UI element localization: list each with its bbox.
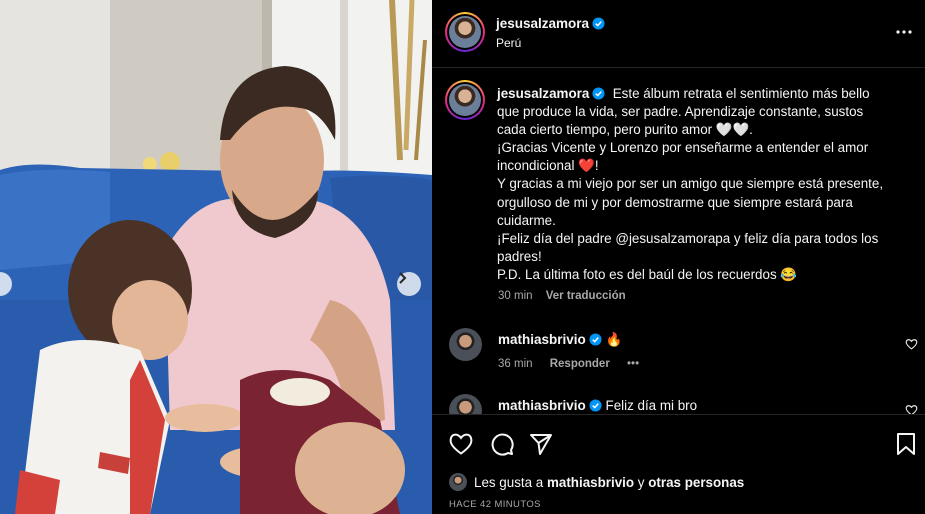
- commenter-username[interactable]: mathiasbrivio: [498, 398, 586, 413]
- likes-others[interactable]: otras personas: [648, 475, 744, 490]
- caption-line: cuidarme.: [497, 212, 556, 228]
- more-options-icon[interactable]: [894, 24, 914, 40]
- caption-time: 30 min: [498, 290, 533, 302]
- verified-badge-icon: [592, 87, 605, 100]
- post-photo[interactable]: [0, 0, 432, 514]
- photo-illustration: [0, 0, 432, 514]
- bookmark-icon[interactable]: [893, 431, 919, 457]
- caption-meta: 30 min Ver traducción: [498, 290, 636, 302]
- caption-line: padres!: [497, 248, 542, 264]
- author-avatar[interactable]: [445, 12, 485, 52]
- caption-line: ¡Feliz día del padre @jesusalzamorapa y …: [497, 230, 879, 246]
- author-username[interactable]: jesusalzamora: [496, 16, 605, 31]
- comment-text: 🔥: [605, 332, 623, 347]
- post-details-panel: jesusalzamora Perú jesusalzamora Este ál…: [432, 0, 925, 514]
- verified-badge-icon: [589, 333, 602, 346]
- comment-line: mathiasbrivio 🔥: [498, 332, 622, 348]
- verified-badge-icon: [592, 17, 605, 30]
- post-location[interactable]: Perú: [496, 36, 521, 50]
- caption-line: Este álbum retrata el sentimiento más be…: [612, 86, 870, 101]
- likes-summary[interactable]: Les gusta a mathiasbrivio y otras person…: [449, 473, 744, 491]
- caption-author-avatar[interactable]: [445, 80, 485, 120]
- likes-middle: y: [637, 475, 645, 490]
- commenter-avatar[interactable]: [449, 328, 482, 361]
- heart-icon[interactable]: [448, 431, 474, 457]
- caption-line: ¡Gracias Vicente y Lorenzo por enseñarme…: [497, 140, 869, 156]
- liker-avatar: [449, 473, 467, 491]
- commenter-username[interactable]: mathiasbrivio: [498, 332, 586, 347]
- liker-username[interactable]: mathiasbrivio: [547, 475, 634, 490]
- reply-button[interactable]: Responder: [550, 358, 610, 370]
- caption-text: jesusalzamora Este álbum retrata el sent…: [497, 85, 907, 284]
- next-photo-button[interactable]: [397, 272, 421, 296]
- chevron-right-icon: [399, 272, 407, 284]
- caption-line: cada cierto tiempo, pero purito amor 🤍🤍.: [497, 122, 753, 138]
- verified-badge-icon: [589, 399, 602, 412]
- comment-icon[interactable]: [489, 431, 515, 457]
- comment-text: Feliz día mi bro: [605, 398, 698, 413]
- post-timestamp: HACE 42 MINUTOS: [449, 499, 541, 510]
- caption-line: Y gracias a mi viejo por ser un amigo qu…: [497, 176, 884, 192]
- comment-meta: 36 min Responder •••: [498, 358, 653, 370]
- post-header: jesusalzamora Perú: [432, 0, 925, 68]
- author-username-text[interactable]: jesusalzamora: [496, 16, 589, 31]
- comment-like-icon[interactable]: [905, 338, 918, 350]
- see-translation-link[interactable]: Ver traducción: [546, 290, 626, 302]
- caption-line: que produce la vida, ser padre. Aprendiz…: [497, 104, 864, 120]
- caption-author-username[interactable]: jesusalzamora: [497, 86, 589, 101]
- caption-line: orgulloso de mi y por demostrarme que si…: [497, 194, 853, 210]
- caption-line: incondicional ❤️!: [497, 158, 599, 174]
- share-icon[interactable]: [528, 431, 554, 457]
- comment-line: mathiasbrivio Feliz día mi bro: [498, 398, 697, 413]
- comment-more-button[interactable]: •••: [627, 358, 639, 370]
- caption-line: P.D. La última foto es del baúl de los r…: [497, 266, 798, 282]
- likes-prefix: Les gusta a: [474, 475, 544, 490]
- comment-time: 36 min: [498, 358, 533, 370]
- post-actions-bar: Les gusta a mathiasbrivio y otras person…: [432, 414, 925, 514]
